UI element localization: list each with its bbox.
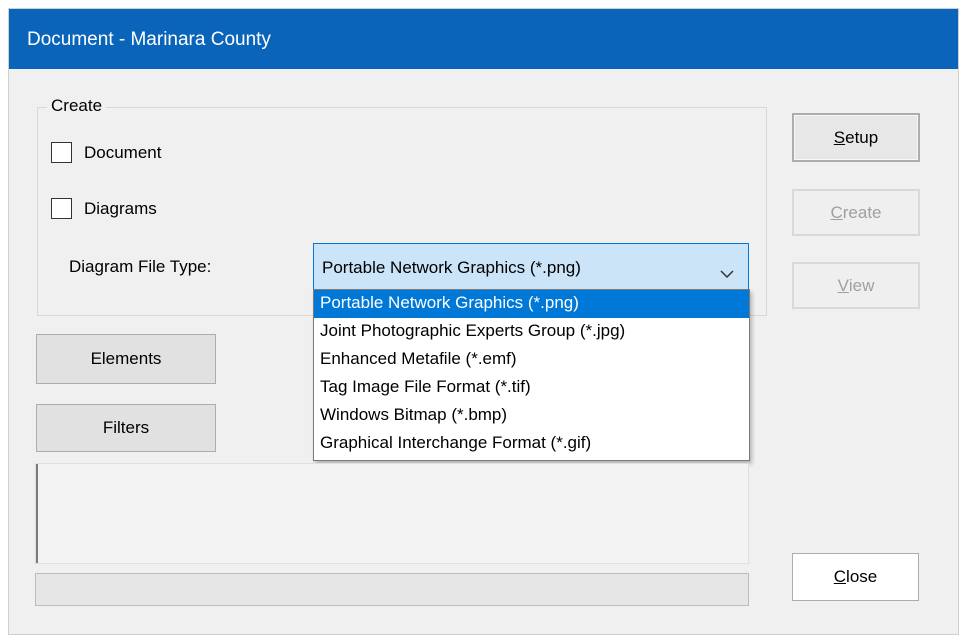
dialog-window: Document - Marinara County Create Docume… bbox=[8, 8, 959, 635]
diagram-file-type-value: Portable Network Graphics (*.png) bbox=[322, 258, 581, 277]
diagram-file-type-label: Diagram File Type: bbox=[69, 257, 212, 276]
diagrams-checkbox-label: Diagrams bbox=[84, 198, 157, 218]
filters-button[interactable]: Filters bbox=[36, 404, 216, 452]
file-type-option[interactable]: Graphical Interchange Format (*.gif) bbox=[314, 430, 749, 458]
view-label: iew bbox=[848, 275, 875, 295]
create-button[interactable]: Create bbox=[792, 189, 920, 236]
file-type-option[interactable]: Windows Bitmap (*.bmp) bbox=[314, 402, 749, 430]
file-type-option[interactable]: Enhanced Metafile (*.emf) bbox=[314, 346, 749, 374]
close-button[interactable]: Close bbox=[792, 553, 919, 601]
elements-button[interactable]: Elements bbox=[36, 334, 216, 384]
filters-label: Filters bbox=[102, 418, 150, 437]
title-bar: Document - Marinara County bbox=[9, 9, 958, 69]
document-checkbox-label: Document bbox=[84, 142, 162, 162]
progress-bar bbox=[35, 573, 749, 606]
chevron-down-icon[interactable] bbox=[720, 264, 734, 284]
elements-label: Elements bbox=[90, 349, 162, 368]
file-type-option[interactable]: Joint Photographic Experts Group (*.jpg) bbox=[314, 318, 749, 346]
setup-label: etup bbox=[845, 127, 879, 147]
diagram-file-type-select[interactable]: Portable Network Graphics (*.png) bbox=[313, 243, 749, 290]
file-type-option[interactable]: Tag Image File Format (*.tif) bbox=[314, 374, 749, 402]
create-group-label: Create bbox=[47, 96, 107, 116]
create-mnemonic: C bbox=[830, 202, 843, 222]
close-mnemonic: C bbox=[833, 567, 847, 586]
document-checkbox[interactable]: Document bbox=[51, 142, 161, 163]
close-label: lose bbox=[846, 567, 878, 586]
document-checkbox-box[interactable] bbox=[51, 142, 72, 163]
diagrams-checkbox-box[interactable] bbox=[51, 198, 72, 219]
diagrams-checkbox[interactable]: Diagrams bbox=[51, 198, 157, 219]
file-type-option[interactable]: Portable Network Graphics (*.png) bbox=[314, 290, 749, 318]
output-panel bbox=[35, 463, 749, 564]
create-label: reate bbox=[842, 202, 882, 222]
setup-button[interactable]: Setup bbox=[792, 113, 920, 162]
file-type-dropdown-list: Portable Network Graphics (*.png) Joint … bbox=[313, 289, 750, 461]
setup-mnemonic: S bbox=[833, 127, 846, 147]
view-mnemonic: V bbox=[837, 275, 849, 295]
view-button[interactable]: View bbox=[792, 262, 920, 309]
window-title: Document - Marinara County bbox=[27, 29, 271, 50]
